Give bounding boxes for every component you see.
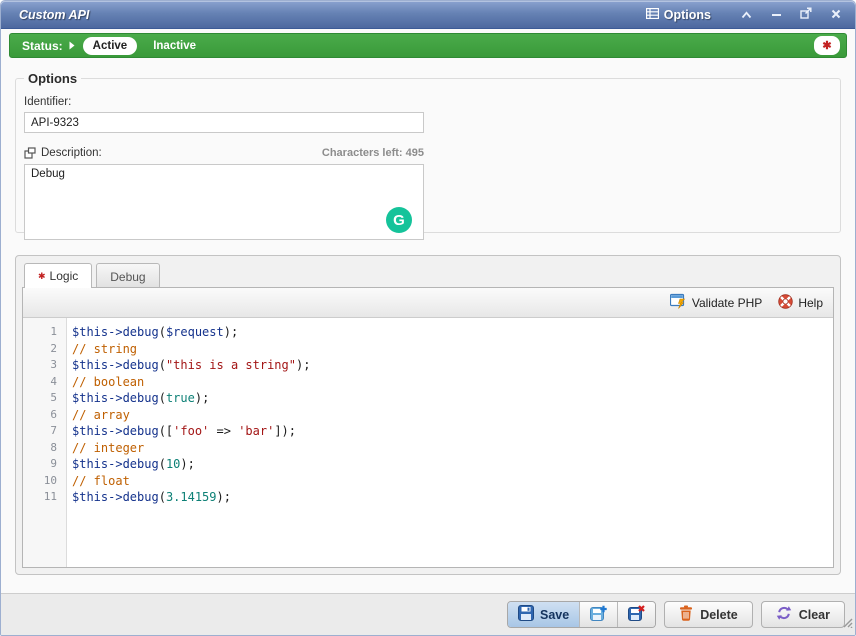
code-lines: 1$this->debug($request);2// string3$this… [23, 318, 833, 506]
identifier-input[interactable] [24, 112, 424, 133]
code-line: 11$this->debug(3.14159); [23, 489, 833, 506]
status-bar: Status: Active Inactive ✱ [9, 33, 847, 58]
grammarly-icon[interactable]: G [386, 207, 412, 233]
code-line: 7$this->debug(['foo' => 'bar']); [23, 423, 833, 440]
identifier-label: Identifier: [24, 96, 832, 108]
save-label: Save [540, 608, 569, 622]
minus-icon [771, 6, 782, 24]
logic-panel: ✱ Logic Debug Validate PHP He [15, 255, 841, 575]
options-menu-button[interactable]: Options [646, 8, 711, 22]
code-line: 6// array [23, 407, 833, 424]
popout-button[interactable] [797, 7, 815, 23]
description-header: Description: Characters left: 495 [24, 147, 424, 159]
refresh-arrows-icon [776, 605, 792, 624]
tab-logic[interactable]: ✱ Logic [24, 263, 92, 288]
help-lifering-icon [778, 294, 793, 312]
close-button[interactable] [827, 7, 845, 23]
code-toolbar: Validate PHP Help [23, 288, 833, 318]
code-line: 9$this->debug(10); [23, 456, 833, 473]
code-line: 4// boolean [23, 374, 833, 391]
arrow-right-icon [69, 41, 75, 50]
code-text: $this->debug(10); [67, 456, 195, 473]
save-plus-icon [590, 605, 607, 624]
delete-label: Delete [700, 608, 738, 622]
code-text: // string [67, 341, 137, 358]
options-legend: Options [24, 71, 81, 86]
validate-php-label: Validate PHP [692, 296, 762, 310]
code-text: $this->debug(['foo' => 'bar']); [67, 423, 296, 440]
code-text: // array [67, 407, 130, 424]
list-icon [646, 8, 659, 22]
validate-php-icon [670, 293, 687, 312]
code-text: $this->debug(true); [67, 390, 209, 407]
code-text: // integer [67, 440, 144, 457]
help-button[interactable]: Help [778, 294, 823, 312]
code-line: 10// float [23, 473, 833, 490]
required-marker-button[interactable]: ✱ [814, 36, 840, 55]
validate-php-button[interactable]: Validate PHP [670, 293, 762, 312]
code-text: // boolean [67, 374, 144, 391]
chevron-up-icon [741, 6, 752, 24]
status-option-inactive[interactable]: Inactive [143, 37, 206, 55]
line-number: 10 [23, 473, 67, 490]
line-number: 3 [23, 357, 67, 374]
tab-content: Validate PHP Help 1$this->debug($request… [22, 287, 834, 568]
status-option-active[interactable]: Active [83, 37, 138, 55]
custom-api-window: Custom API Options Status: [0, 0, 856, 636]
titlebar-controls: Options [646, 7, 845, 23]
line-number: 8 [23, 440, 67, 457]
line-number: 7 [23, 423, 67, 440]
collapse-button[interactable] [737, 7, 755, 23]
window-title: Custom API [19, 8, 646, 22]
line-number: 2 [23, 341, 67, 358]
code-text: $this->debug("this is a string"); [67, 357, 310, 374]
minimize-button[interactable] [767, 7, 785, 23]
code-line: 2// string [23, 341, 833, 358]
line-number: 1 [23, 324, 67, 341]
code-line: 8// integer [23, 440, 833, 457]
save-x-icon [628, 605, 645, 624]
save-button-group: Save [507, 601, 656, 628]
help-label: Help [798, 296, 823, 310]
resize-grip[interactable] [841, 615, 853, 633]
tab-debug-label: Debug [110, 270, 145, 284]
line-number: 6 [23, 407, 67, 424]
description-label: Description: [41, 147, 102, 159]
required-asterisk-icon: ✱ [38, 271, 46, 282]
line-number: 5 [23, 390, 67, 407]
code-editor[interactable]: 1$this->debug($request);2// string3$this… [23, 318, 833, 567]
options-menu-label: Options [664, 8, 711, 22]
save-floppy-icon [518, 605, 534, 624]
code-text: $this->debug($request); [67, 324, 238, 341]
close-icon [831, 6, 841, 24]
tab-bar: ✱ Logic Debug [22, 262, 834, 287]
line-number: 9 [23, 456, 67, 473]
clear-label: Clear [799, 608, 830, 622]
tab-logic-label: Logic [50, 269, 79, 283]
popup-editor-icon[interactable] [24, 147, 36, 159]
titlebar: Custom API Options [1, 1, 855, 29]
footer-toolbar: Save Delete Clear [1, 593, 855, 635]
trash-icon [679, 605, 693, 624]
tab-debug[interactable]: Debug [96, 263, 159, 288]
delete-button[interactable]: Delete [664, 601, 753, 628]
code-line: 3$this->debug("this is a string"); [23, 357, 833, 374]
line-number: 4 [23, 374, 67, 391]
save-close-button[interactable] [618, 602, 655, 627]
characters-left-counter: Characters left: 495 [322, 147, 424, 159]
code-line: 5$this->debug(true); [23, 390, 833, 407]
code-line: 1$this->debug($request); [23, 324, 833, 341]
clear-button[interactable]: Clear [761, 601, 845, 628]
options-section: Options Identifier: Description: Charact… [15, 71, 841, 233]
code-text: // float [67, 473, 130, 490]
line-number: 11 [23, 489, 67, 506]
code-text: $this->debug(3.14159); [67, 489, 231, 506]
save-new-button[interactable] [580, 602, 618, 627]
popout-icon [800, 6, 812, 24]
save-button[interactable]: Save [508, 602, 580, 627]
status-label: Status: [22, 39, 63, 53]
description-textarea[interactable]: Debug [24, 164, 424, 240]
